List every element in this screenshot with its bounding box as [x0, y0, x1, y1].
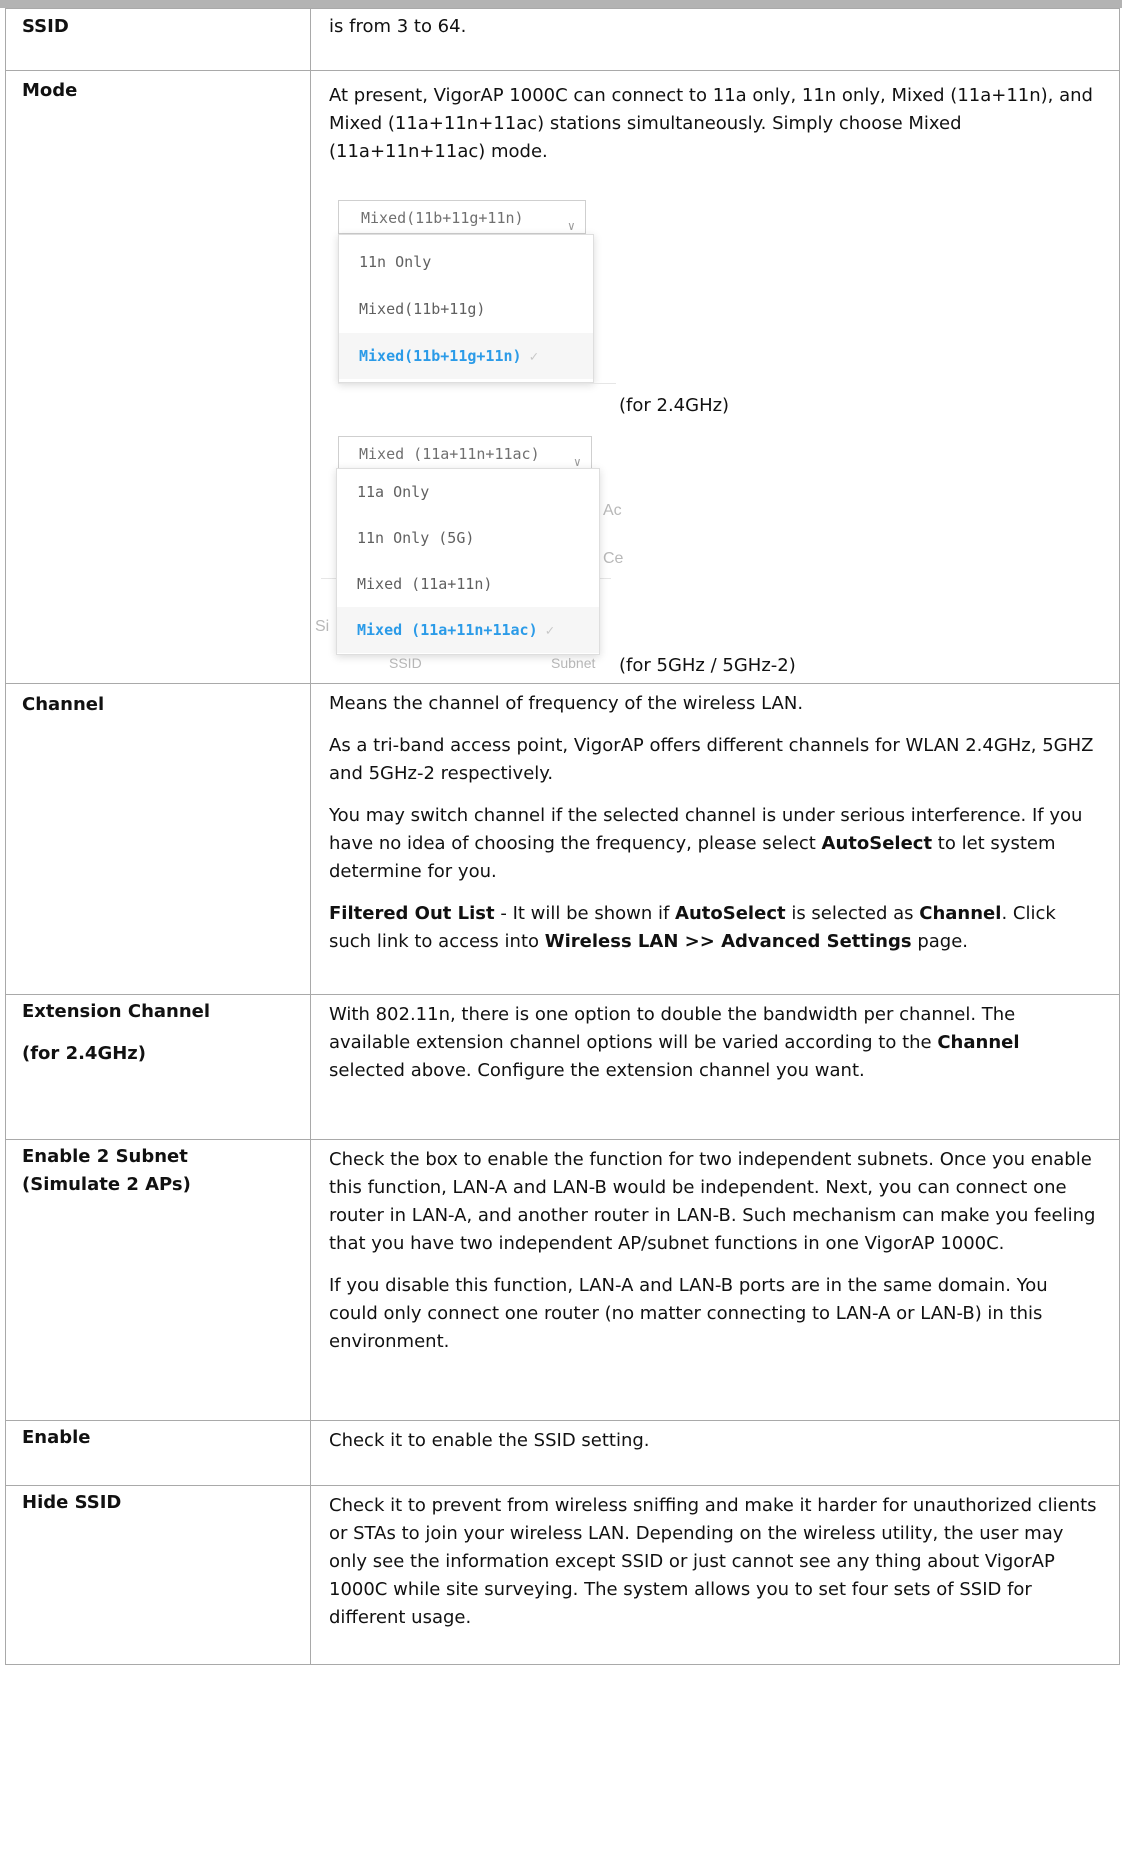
term-ssid: SSID [22, 16, 69, 37]
row-enable-2-subnet: Enable 2 Subnet (Simulate 2 APs) Check t… [5, 1139, 1120, 1421]
background-text: Si [315, 618, 330, 635]
row-mode: Mode At present, VigorAP 1000C can conne… [5, 70, 1120, 684]
spec-table: SSID is from 3 to 64. Mode At present, V… [5, 8, 1120, 1665]
option-11n-only[interactable]: 11n Only [339, 239, 593, 285]
divider [338, 383, 616, 384]
desc-enable: Check it to enable the SSID setting. [329, 1430, 650, 1451]
text: With 802.11n, there is one option to dou… [329, 1004, 1016, 1053]
background-text: SSID [389, 655, 422, 671]
mode-select-24ghz-value: Mixed(11b+11g+11n) [361, 209, 524, 227]
row-channel: Channel Means the channel of frequency o… [5, 683, 1120, 995]
subnet-p1: Check the box to enable the function for… [329, 1149, 1096, 1254]
bold-term: Channel [919, 903, 1002, 924]
row-ssid: SSID is from 3 to 64. [5, 8, 1120, 71]
row-enable: Enable Check it to enable the SSID setti… [5, 1420, 1120, 1486]
check-icon: ✓ [529, 349, 538, 365]
bold-term: Filtered Out List [329, 903, 495, 924]
option-11a-only[interactable]: 11a Only [337, 469, 599, 515]
bold-term: Channel [937, 1032, 1020, 1053]
option-mixed-11b-11g-11n[interactable]: Mixed(11b+11g+11n) ✓ [339, 333, 593, 379]
term-hide-ssid: Hide SSID [22, 1492, 122, 1513]
row-extension-channel: Extension Channel (for 2.4GHz) With 802.… [5, 994, 1120, 1140]
text: page. [911, 931, 969, 952]
term-enable: Enable [22, 1427, 91, 1448]
option-label: Mixed(11b+11g+11n) [359, 347, 522, 365]
channel-p1: Means the channel of frequency of the wi… [329, 693, 804, 714]
bold-term: AutoSelect [821, 833, 933, 854]
bold-term: AutoSelect [675, 903, 786, 924]
term-channel: Channel [22, 694, 105, 715]
channel-p2: As a tri-band access point, VigorAP offe… [329, 735, 1094, 784]
background-text: Ce [603, 550, 624, 567]
background-text: Ac [603, 502, 622, 519]
row-hide-ssid: Hide SSID Check it to prevent from wirel… [5, 1485, 1120, 1665]
desc-ssid: is from 3 to 64. [329, 16, 467, 37]
desc-extension-channel: With 802.11n, there is one option to dou… [311, 995, 1119, 1085]
desc-hide-ssid: Check it to prevent from wireless sniffi… [329, 1495, 1097, 1628]
mode-select-5ghz-value: Mixed (11a+11n+11ac) [359, 445, 540, 463]
top-rule [0, 0, 1122, 8]
mode-select-5ghz[interactable]: Mixed (11a+11n+11ac) ∨ [338, 436, 592, 470]
mode-menu-24ghz: 11n Only Mixed(11b+11g) Mixed(11b+11g+11… [338, 234, 594, 383]
caption-24ghz: (for 2.4GHz) [619, 395, 730, 416]
caption-5ghz: (for 5GHz / 5GHz-2) [619, 655, 796, 676]
term-mode: Mode [22, 80, 78, 101]
subnet-p2: If you disable this function, LAN-A and … [329, 1275, 1048, 1352]
text: selected above. Configure the extension … [329, 1060, 865, 1081]
option-mixed-11a-11n-11ac[interactable]: Mixed (11a+11n+11ac) ✓ [337, 607, 599, 653]
mode-select-24ghz[interactable]: Mixed(11b+11g+11n) ∨ [338, 200, 586, 234]
term-extension-channel-band: (for 2.4GHz) [22, 1043, 146, 1064]
channel-p3: You may switch channel if the selected c… [311, 802, 1119, 886]
text: is selected as [785, 903, 920, 924]
option-11n-only-5g[interactable]: 11n Only (5G) [337, 515, 599, 561]
option-label: Mixed (11a+11n+11ac) [357, 621, 538, 639]
option-mixed-11a-11n[interactable]: Mixed (11a+11n) [337, 561, 599, 607]
check-icon: ✓ [545, 623, 555, 639]
channel-p4: Filtered Out List - It will be shown if … [311, 900, 1119, 956]
term-enable-2-subnet: Enable 2 Subnet (Simulate 2 APs) [22, 1146, 191, 1195]
mode-menu-5ghz: 11a Only 11n Only (5G) Mixed (11a+11n) M… [336, 468, 600, 655]
document-page: SSID is from 3 to 64. Mode At present, V… [0, 0, 1122, 1859]
desc-mode: At present, VigorAP 1000C can connect to… [329, 85, 1093, 162]
bold-term: Wireless LAN >> Advanced Settings [544, 931, 912, 952]
term-extension-channel: Extension Channel [22, 1001, 211, 1022]
background-text: Subnet [551, 655, 596, 671]
text: - It will be shown if [494, 903, 676, 924]
option-mixed-11b-11g[interactable]: Mixed(11b+11g) [339, 286, 593, 332]
